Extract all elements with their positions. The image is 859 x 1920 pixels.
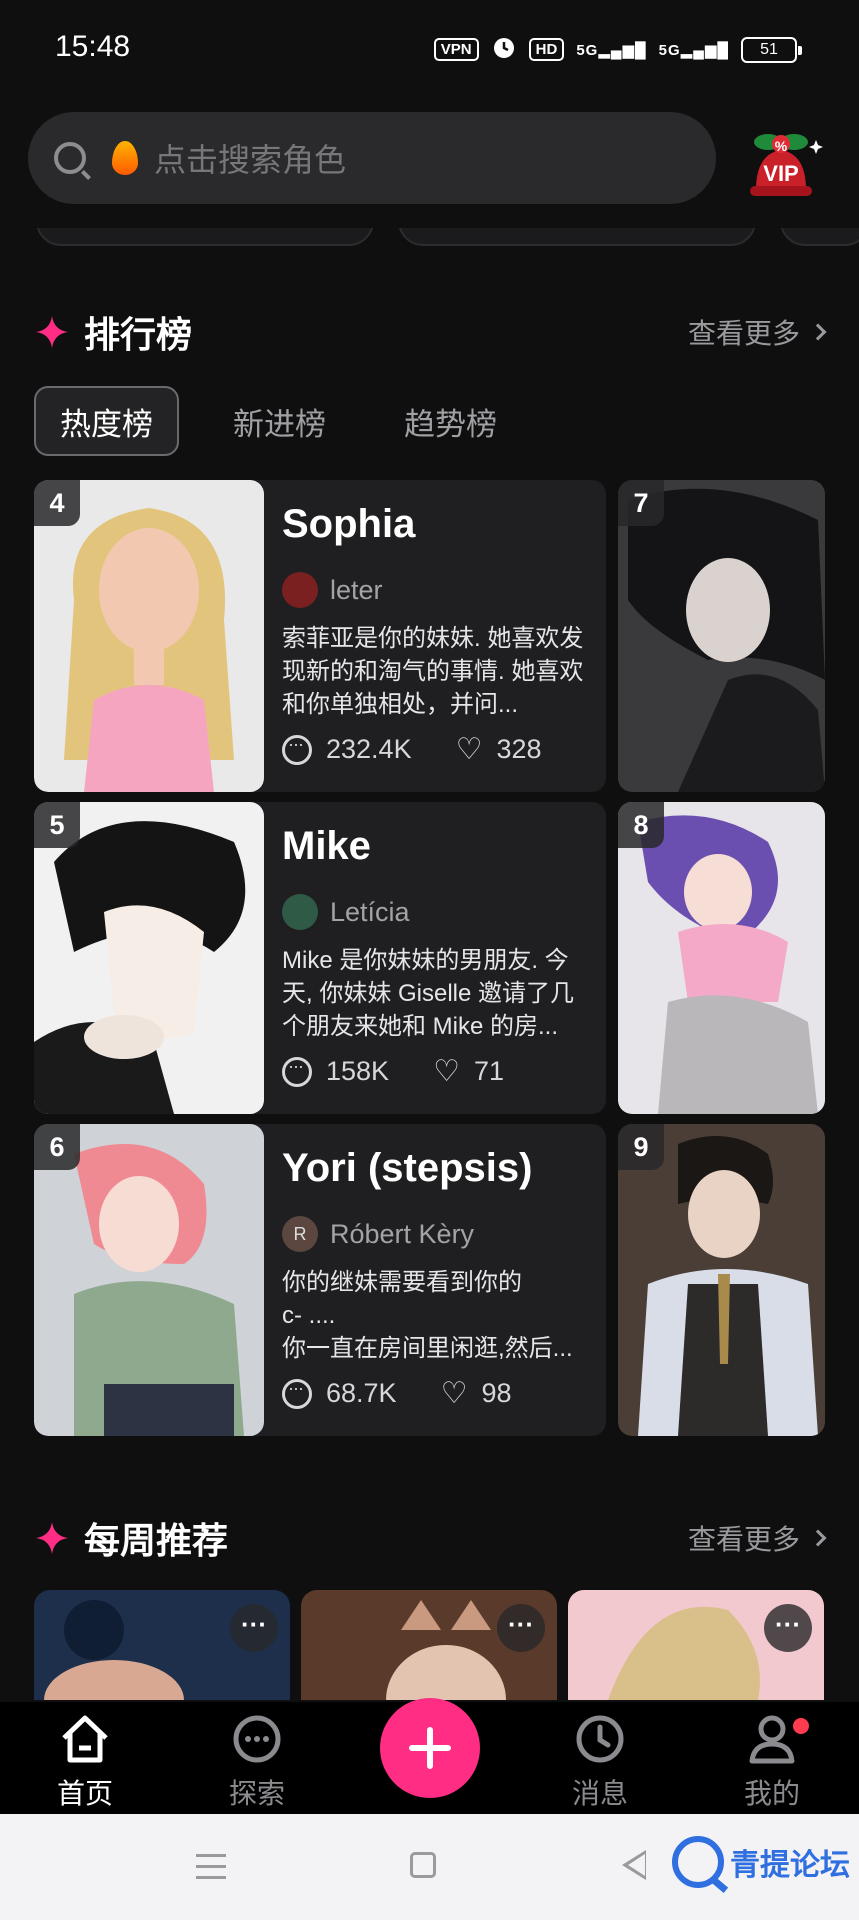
- chat-icon: [282, 1378, 312, 1409]
- character-image: [618, 480, 825, 792]
- heart-icon: ♡: [440, 1376, 468, 1410]
- vip-bell-icon: VIP %: [750, 134, 823, 196]
- recent-apps-icon[interactable]: [196, 1854, 226, 1887]
- weekly-header: 每周推荐 查看更多: [34, 1512, 827, 1564]
- weekly-title: 每周推荐: [84, 1520, 229, 1561]
- card-stats: 232.4K ♡328: [282, 734, 542, 765]
- sparkle-icon: [36, 316, 68, 348]
- clock-icon: [576, 1715, 624, 1763]
- rank-badge: 8: [618, 802, 664, 848]
- chevron-right-icon: [809, 1529, 827, 1547]
- character-image: [34, 1124, 264, 1436]
- chat-bubble-icon: [233, 1715, 281, 1763]
- alarm-icon: [491, 34, 517, 65]
- nav-mine[interactable]: 我的: [717, 1714, 827, 1812]
- search-icon: [54, 142, 86, 174]
- back-icon[interactable]: [622, 1850, 646, 1880]
- character-name: Yori (stepsis): [282, 1146, 533, 1190]
- avatar: [282, 894, 318, 930]
- nav-messages[interactable]: 消息: [545, 1714, 655, 1812]
- bottom-nav: 首页 探索 消息 我的: [0, 1698, 859, 1814]
- character-image: [34, 802, 264, 1114]
- status-bar: 15:48 VPN HD 5G▂▄▆█ 5G▂▄▆█ 51: [0, 0, 859, 100]
- ranking-side-card[interactable]: 7: [618, 480, 825, 792]
- notification-dot: [793, 1718, 809, 1734]
- more-options-icon[interactable]: ···: [497, 1604, 545, 1652]
- fire-icon: [112, 141, 138, 175]
- card-stats: 158K ♡71: [282, 1056, 504, 1087]
- search-placeholder: 点击搜索角色: [154, 142, 347, 178]
- rank-badge: 5: [34, 802, 80, 848]
- ranking-card[interactable]: 4 Sophia leter 索菲亚是你的妹妹. 她喜欢发现新的和淘气的事情. …: [34, 480, 606, 792]
- watermark-logo-icon: [672, 1836, 724, 1888]
- ranking-tabs: 热度榜 新进榜 趋势榜: [34, 386, 521, 456]
- ranking-side-card[interactable]: 9: [618, 1124, 825, 1436]
- plus-icon: [409, 1727, 451, 1769]
- svg-text:%: %: [775, 138, 788, 154]
- nav-home[interactable]: 首页: [30, 1714, 140, 1812]
- ranking-side-card[interactable]: 8: [618, 802, 825, 1114]
- more-options-icon[interactable]: ···: [230, 1604, 278, 1652]
- signal-icon: 5G▂▄▆█: [576, 41, 647, 59]
- weekly-card[interactable]: ···: [568, 1590, 824, 1700]
- author[interactable]: Letícia: [282, 894, 410, 930]
- tab-new[interactable]: 新进榜: [209, 386, 350, 456]
- rank-badge: 4: [34, 480, 80, 526]
- ranking-title: 排行榜: [84, 314, 193, 355]
- vip-button[interactable]: VIP %: [738, 120, 824, 206]
- create-button[interactable]: [380, 1698, 480, 1798]
- heart-icon: ♡: [455, 732, 483, 766]
- character-description: 你的继妹需要看到你的 c- .... 你一直在房间里闲逛,然后...: [282, 1269, 573, 1362]
- signal-icon: 5G▂▄▆█: [658, 41, 729, 59]
- character-image: [618, 802, 825, 1114]
- character-image: [618, 1124, 825, 1436]
- avatar: [282, 572, 318, 608]
- rank-badge: 6: [34, 1124, 80, 1170]
- avatar: R: [282, 1216, 318, 1252]
- nav-explore[interactable]: 探索: [202, 1714, 312, 1812]
- status-time: 15:48: [55, 30, 131, 63]
- author[interactable]: leter: [282, 572, 383, 608]
- character-image: [34, 480, 264, 792]
- weekly-see-more[interactable]: 查看更多: [688, 1518, 827, 1558]
- weekly-card[interactable]: ···: [34, 1590, 290, 1700]
- home-icon: [62, 1715, 108, 1763]
- character-description: Mike 是你妹妹的男朋友. 今天, 你妹妹 Giselle 邀请了几个朋友来她…: [282, 947, 575, 1040]
- rank-badge: 7: [618, 480, 664, 526]
- character-name: Mike: [282, 824, 371, 868]
- vpn-icon: VPN: [433, 38, 479, 61]
- chat-icon: [282, 734, 312, 765]
- weekly-card[interactable]: ···: [301, 1590, 557, 1700]
- watermark: 青提论坛: [672, 1836, 850, 1888]
- battery-icon: 51: [741, 36, 802, 63]
- ranking-see-more[interactable]: 查看更多: [688, 312, 827, 352]
- character-name: Sophia: [282, 502, 416, 546]
- character-description: 索菲亚是你的妹妹. 她喜欢发现新的和淘气的事情. 她喜欢和你单独相处，并问...: [282, 625, 584, 718]
- chevron-right-icon: [809, 323, 827, 341]
- search-bar[interactable]: 点击搜索角色: [28, 112, 716, 204]
- sparkle-icon: [36, 1522, 68, 1554]
- user-icon: [749, 1715, 795, 1764]
- status-icons: VPN HD 5G▂▄▆█ 5G▂▄▆█ 51: [433, 34, 802, 65]
- ranking-header: 排行榜 查看更多: [34, 306, 827, 358]
- system-nav-bar: 青提论坛: [0, 1814, 859, 1920]
- ranking-card[interactable]: 6 Yori (stepsis) R Róbert Kèry 你的继妹需要看到你…: [34, 1124, 606, 1436]
- ranking-card[interactable]: 5 Mike Letícia Mike 是你妹妹的男朋友. 今天, 你妹妹 Gi…: [34, 802, 606, 1114]
- home-square-icon[interactable]: [410, 1852, 436, 1878]
- rank-badge: 9: [618, 1124, 664, 1170]
- category-strip: [28, 228, 859, 248]
- hd-icon: HD: [528, 38, 565, 61]
- more-options-icon[interactable]: ···: [764, 1604, 812, 1652]
- svg-text:VIP: VIP: [763, 161, 798, 186]
- author[interactable]: R Róbert Kèry: [282, 1216, 474, 1252]
- card-stats: 68.7K ♡98: [282, 1378, 512, 1409]
- tab-hot[interactable]: 热度榜: [34, 386, 179, 456]
- heart-icon: ♡: [433, 1054, 460, 1088]
- tab-trend[interactable]: 趋势榜: [380, 386, 521, 456]
- chat-icon: [282, 1056, 312, 1087]
